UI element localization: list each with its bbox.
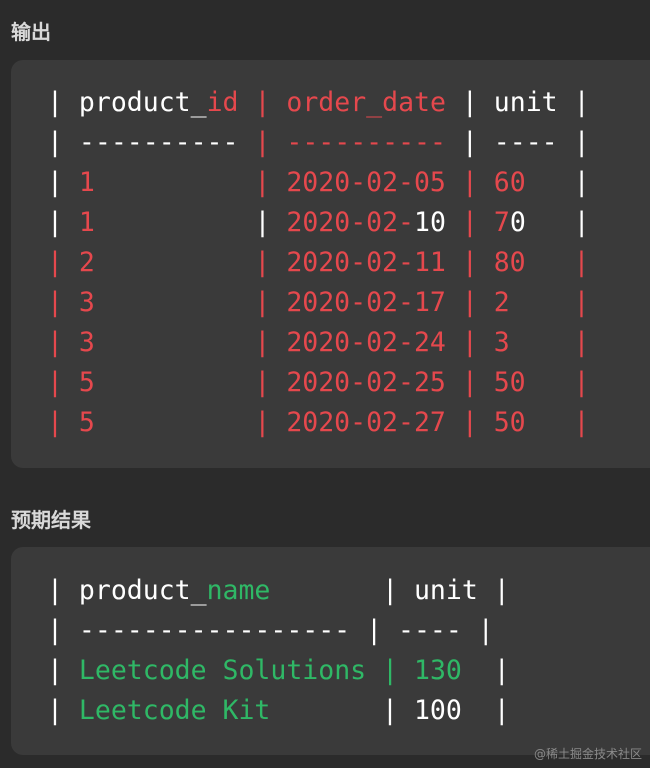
output-token xyxy=(478,207,494,238)
output-line: | ---------- | ---------- | ---- | xyxy=(47,127,590,159)
output-code-panel: | product_id | order_date | unit | | ----… xyxy=(11,60,650,468)
expected-token: Leetcode Kit xyxy=(78,695,271,726)
output-line: | 1 | 2020-02-10 | 70 | xyxy=(47,207,590,239)
output-token: ---------- xyxy=(78,127,239,158)
output-token: | 5 | 2020-02-25 | 50 | xyxy=(47,367,590,398)
output-token: --------- xyxy=(302,127,446,158)
watermark: @稀土掘金技术社区 xyxy=(533,747,642,761)
output-line: | 5 | 2020-02-25 | 50 | xyxy=(47,367,589,399)
output-token: | xyxy=(461,167,478,198)
output-token: 1 xyxy=(78,167,95,198)
output-token: | xyxy=(254,127,271,158)
output-token: | ---- | xyxy=(445,127,590,158)
output-token: | xyxy=(47,87,79,118)
output-token: | xyxy=(525,207,590,238)
expected-token: name xyxy=(206,575,271,606)
output-token: 1 xyxy=(78,207,95,238)
expected-line: | product_name | unit | xyxy=(47,575,510,607)
expected-token: | xyxy=(47,695,79,726)
output-token xyxy=(478,167,494,198)
expected-token: | xyxy=(47,655,79,686)
output-line: | 2 | 2020-02-11 | 80 | xyxy=(47,247,589,279)
output-token: product_ xyxy=(78,87,207,118)
output-token: | xyxy=(47,167,79,198)
output-token: | xyxy=(47,207,79,238)
output-token xyxy=(446,167,462,198)
expected-line: | Leetcode Solutions | 130 | xyxy=(47,655,510,687)
output-token: order_date xyxy=(286,87,446,118)
output-token: | unit | xyxy=(445,87,590,118)
expected-token: | 100 | xyxy=(270,695,510,726)
expected-line: | Leetcode Kit | 100 | xyxy=(47,695,510,727)
output-token: 60 xyxy=(493,167,526,198)
output-token: 7 xyxy=(493,207,510,238)
output-line: | 3 | 2020-02-17 | 2 | xyxy=(47,287,589,319)
output-token: 2020-02-05 xyxy=(286,167,446,198)
output-token: | 2 | 2020-02-11 | 80 | xyxy=(47,247,590,278)
output-line: | 1 | 2020-02-05 | 60 | xyxy=(47,167,590,199)
output-title: 输出 xyxy=(11,20,51,44)
output-token: | 3 | 2020-02-17 | 2 | xyxy=(47,287,590,318)
output-token: 2020-02- xyxy=(286,207,415,238)
output-token: 0 xyxy=(509,207,526,238)
output-line: | 5 | 2020-02-27 | 50 | xyxy=(47,407,589,439)
expected-code-panel: | product_name | unit | | ---------------… xyxy=(11,547,650,755)
expected-token: | xyxy=(47,575,79,606)
expected-token: | ----------------- | ---- | xyxy=(47,615,494,646)
output-token: | xyxy=(47,127,79,158)
expected-token: product_ xyxy=(78,575,207,606)
output-token xyxy=(270,87,286,118)
expected-token xyxy=(366,655,382,686)
output-token: | xyxy=(254,87,271,118)
output-token: 10 xyxy=(414,207,446,238)
expected-token: Leetcode Solutions xyxy=(78,655,367,686)
output-token: | xyxy=(254,207,271,238)
output-line: | 3 | 2020-02-24 | 3 | xyxy=(47,327,589,359)
expected-token: | xyxy=(382,655,399,686)
output-token: | 5 | 2020-02-27 | 50 | xyxy=(47,407,590,438)
output-token: id xyxy=(206,87,239,118)
expected-token xyxy=(398,655,414,686)
output-token xyxy=(95,207,255,238)
output-line: | product_id | order_date | unit | xyxy=(47,87,590,119)
output-token xyxy=(238,87,254,118)
expected-token: 130 xyxy=(414,655,462,686)
output-token: | xyxy=(525,167,590,198)
output-token: | xyxy=(94,167,287,198)
expected-token: | xyxy=(461,655,510,686)
output-token: | xyxy=(461,207,478,238)
output-token: | 3 | 2020-02-24 | 3 | xyxy=(47,327,590,358)
output-token xyxy=(270,207,286,238)
expected-title: 预期结果 xyxy=(11,508,91,532)
output-token xyxy=(446,207,462,238)
expected-token: | unit | xyxy=(270,575,510,606)
output-token xyxy=(270,127,286,158)
output-token xyxy=(238,127,254,158)
output-token: - xyxy=(286,127,303,158)
expected-line: | ----------------- | ---- | xyxy=(47,615,494,647)
